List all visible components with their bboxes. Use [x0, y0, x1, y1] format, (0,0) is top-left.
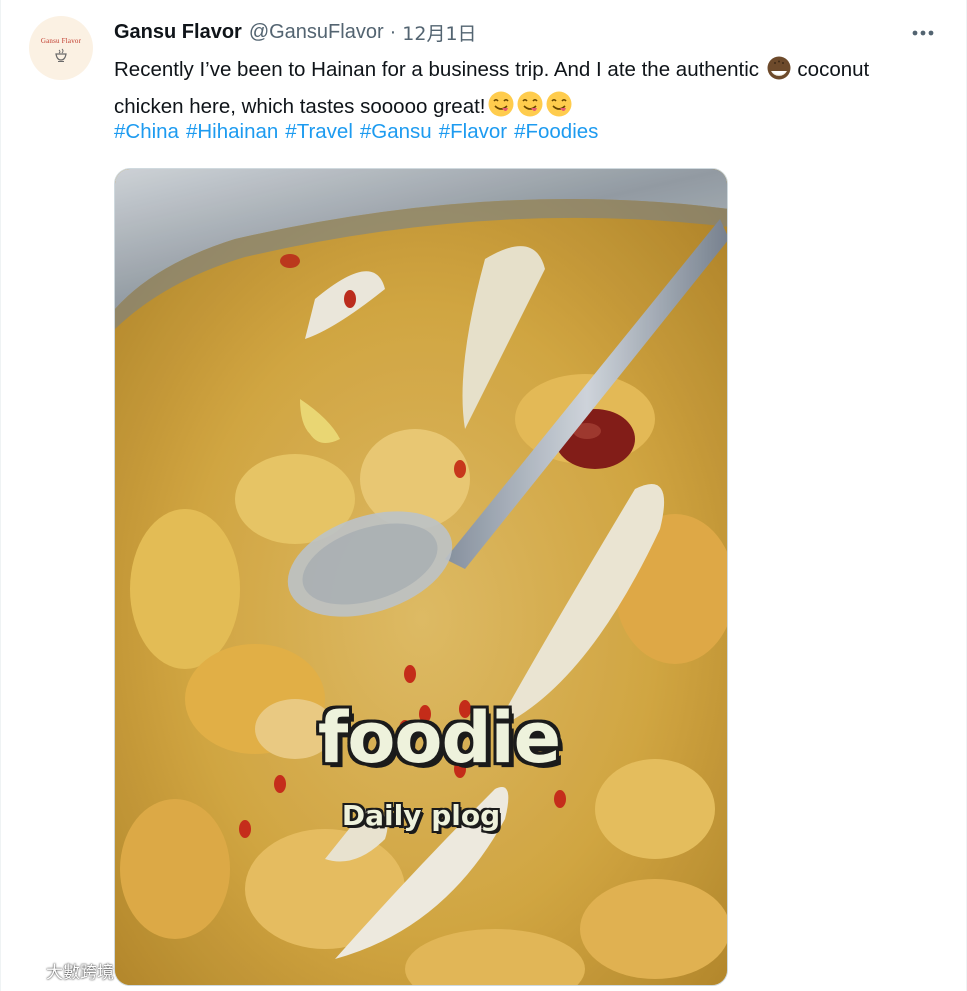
- hashtag-link[interactable]: #Foodies: [514, 120, 598, 143]
- more-options-button[interactable]: [906, 20, 940, 46]
- timestamp[interactable]: 12月1日: [402, 19, 476, 46]
- hashtag-link[interactable]: #Hihainan: [186, 120, 278, 143]
- watermark-logo-icon: [11, 963, 42, 978]
- hashtag-list: #China #Hihainan #Travel #Gansu #Flavor #Food…: [114, 116, 605, 147]
- media-image[interactable]: foodie Daily plog: [114, 168, 728, 986]
- coconut-chicken-soup-photo: [115, 169, 727, 985]
- watermark: 大數跨境: [9, 958, 114, 983]
- watermark-text: 大數跨境: [46, 963, 114, 983]
- avatar-logo-text: Gansu Flavor: [40, 37, 82, 45]
- tweet-text-part1: Recently I’ve been to Hainan for a busin…: [114, 58, 765, 81]
- separator-dot: ·: [389, 20, 397, 43]
- bowl-icon: [55, 48, 67, 62]
- more-dots-icon: [912, 30, 934, 36]
- user-handle[interactable]: @GansuFlavor: [249, 21, 384, 44]
- tweet-header: Gansu Flavor @GansuFlavor · 12月1日: [114, 18, 477, 46]
- overlay-title: foodie: [317, 697, 561, 779]
- hashtag-link[interactable]: #Travel: [285, 120, 353, 143]
- avatar[interactable]: Gansu Flavor: [29, 16, 93, 80]
- tweet-card[interactable]: Gansu Flavor Gansu Flavor @GansuFlavor ·…: [0, 0, 967, 991]
- overlay-subtitle: Daily plog: [341, 799, 501, 832]
- hashtag-link[interactable]: #China: [114, 120, 179, 143]
- coconut-emoji: [766, 55, 792, 90]
- hashtag-link[interactable]: #Flavor: [439, 120, 507, 143]
- hashtag-link[interactable]: #Gansu: [360, 120, 432, 143]
- display-name[interactable]: Gansu Flavor: [114, 21, 242, 44]
